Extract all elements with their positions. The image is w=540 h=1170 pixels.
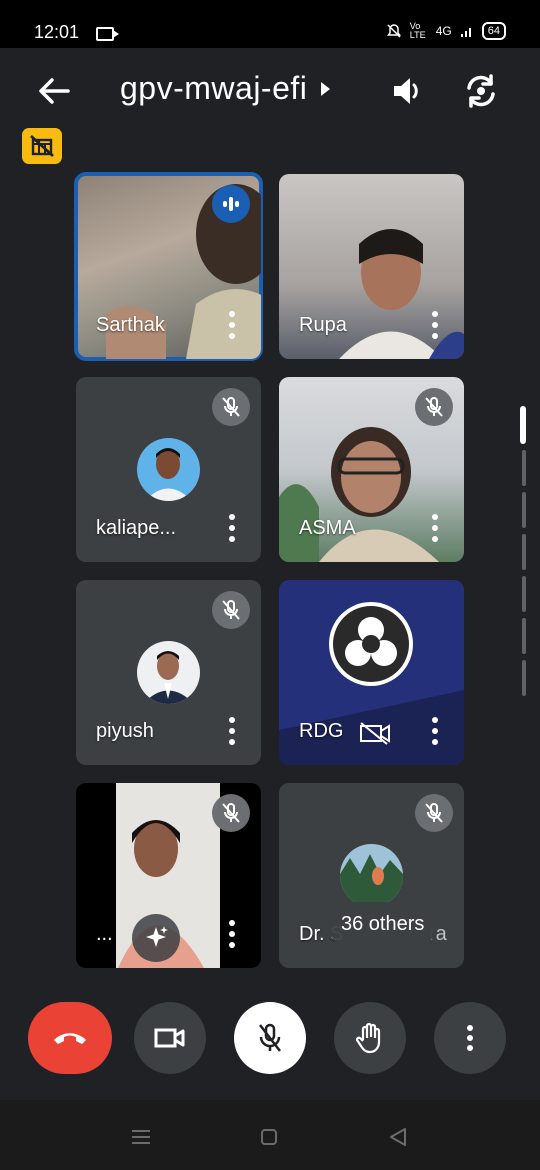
more-options-icon[interactable] [432,311,438,339]
participant-name: ... [96,923,113,945]
effects-button[interactable] [132,914,180,962]
screen-record-icon [96,27,119,41]
mic-off-icon [212,591,250,629]
hang-up-icon [54,1033,86,1044]
status-time: 12:01 [34,22,80,42]
avatar [137,438,200,501]
microphone-button[interactable] [234,1002,306,1074]
chevron-right-icon [321,81,331,96]
scroll-indicator-active[interactable] [520,406,526,444]
camera-button[interactable] [134,1002,206,1074]
meeting-title-button[interactable]: gpv-mwaj-efi [120,70,331,107]
raise-hand-button[interactable] [334,1002,406,1074]
participant-tile[interactable]: RDG [279,580,464,765]
recents-icon[interactable] [130,1128,152,1146]
avatar [340,844,403,907]
camera-off-icon [360,722,390,745]
sparkle-icon [146,926,168,947]
participant-tile[interactable]: Dr. S ra 36 others [279,783,464,968]
back-icon[interactable] [388,1126,408,1148]
mic-off-icon [212,794,250,832]
scroll-indicator-segment [522,450,526,486]
scroll-indicator-segment [522,618,526,654]
signal-icon [460,28,471,37]
meeting-header: gpv-mwaj-efi [0,48,540,136]
back-arrow-icon[interactable] [36,76,72,106]
participant-tile[interactable]: Sarthak [74,172,263,361]
volte-indicator: Vo LTE [409,21,426,40]
call-controls [0,1002,540,1074]
speaker-icon[interactable] [390,74,426,108]
more-options-icon[interactable] [229,311,235,339]
scroll-indicator-segment [522,534,526,570]
participant-name: Rupa [299,314,347,336]
participant-tile[interactable]: ... [76,783,261,968]
switch-camera-icon[interactable] [462,72,500,110]
participant-name: Sarthak [96,314,165,336]
notes-unavailable-icon[interactable] [22,128,62,164]
others-count-label: 36 others [341,912,425,935]
speaking-indicator-icon [212,185,250,223]
network-type: 4G [435,24,452,38]
more-options-icon[interactable] [432,717,438,745]
status-icons: Vo LTE 4G 64 [386,22,506,40]
more-vertical-icon [467,1025,473,1051]
video-camera-icon [154,1028,185,1048]
more-options-icon[interactable] [229,717,235,745]
participant-tile[interactable]: piyush [76,580,261,765]
hand-icon [356,1022,381,1054]
mic-off-icon [415,388,453,426]
participant-name: kaliape... [96,517,177,539]
more-options-icon[interactable] [229,514,235,542]
system-nav-bar [0,1100,540,1170]
more-options-icon[interactable] [432,514,438,542]
end-call-button[interactable] [28,1002,112,1074]
more-options-button[interactable] [434,1002,506,1074]
more-options-icon[interactable] [229,920,235,948]
mic-off-icon [415,794,453,832]
scroll-indicator-segment [522,492,526,528]
silent-bell-icon [386,24,401,38]
scroll-indicator-segment [522,576,526,612]
participant-tile[interactable]: Rupa [279,174,464,359]
participant-tile[interactable]: kaliape... [76,377,261,562]
mic-off-icon [212,388,250,426]
scroll-indicator-segment [522,660,526,696]
status-bar: 12:01 Vo LTE 4G 64 [0,0,540,48]
participant-tile[interactable]: ASMA [279,377,464,562]
avatar [137,641,200,704]
others-count-chip[interactable]: 36 others [327,902,439,946]
battery-indicator: 64 [481,22,506,40]
participant-name: RDG [299,720,344,742]
meeting-code: gpv-mwaj-efi [120,70,308,106]
participant-name: ASMA [299,517,356,539]
home-icon[interactable] [260,1128,278,1146]
participant-name: piyush [96,720,154,742]
mic-off-icon [259,1023,281,1052]
